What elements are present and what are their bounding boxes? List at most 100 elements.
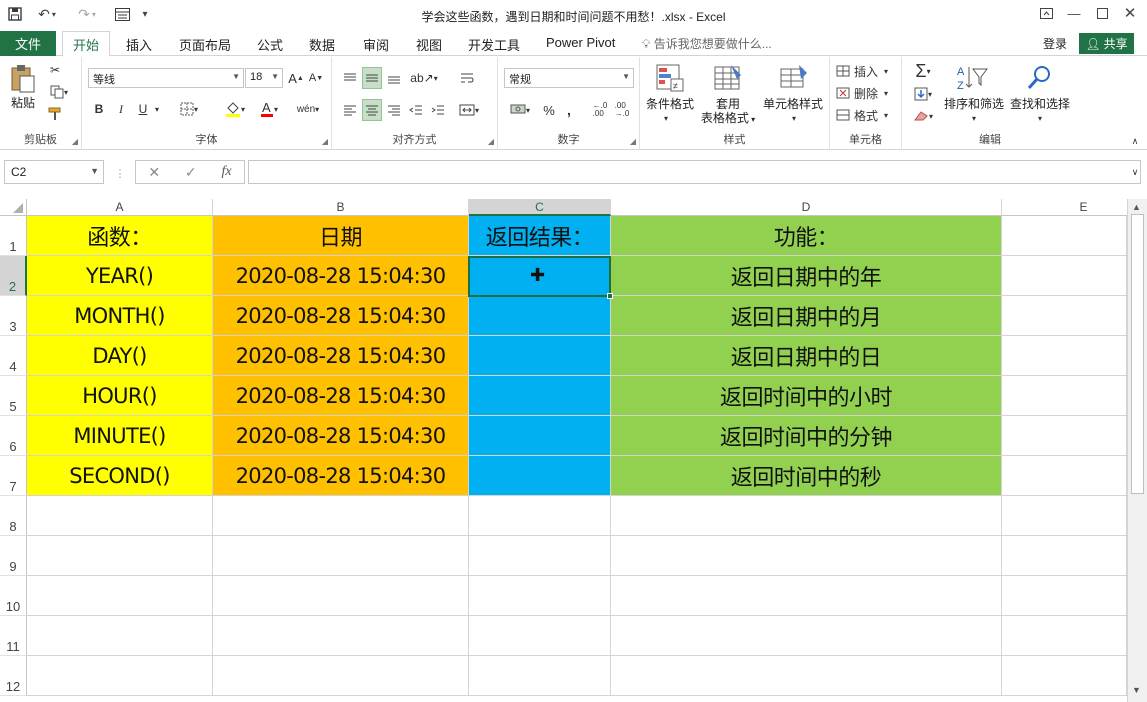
cell[interactable] <box>213 656 469 696</box>
row-header-4[interactable]: 4 <box>0 336 27 376</box>
alignment-launcher-icon[interactable]: ◢ <box>488 137 494 146</box>
tab-insert[interactable]: 插入 <box>126 35 152 54</box>
format-cells-button[interactable]: 格式 ▾ <box>836 106 898 124</box>
function-cell[interactable]: MONTH() <box>27 296 213 336</box>
align-center-icon[interactable] <box>362 99 382 121</box>
percent-button[interactable]: % <box>540 99 558 121</box>
tab-home[interactable]: 开始 <box>62 31 110 57</box>
scroll-up-icon[interactable]: ▲ <box>1132 202 1141 212</box>
row-header-7[interactable]: 7 <box>0 456 27 496</box>
conditional-format-label[interactable]: 条件格式 <box>644 97 696 111</box>
cell[interactable] <box>1002 376 1127 416</box>
bold-button[interactable]: B <box>90 99 108 119</box>
date-cell[interactable]: 2020-08-28 15:04:30 <box>213 456 469 496</box>
row-header-8[interactable]: 8 <box>0 496 27 536</box>
result-cell[interactable] <box>469 416 611 456</box>
header-cell-function[interactable]: 函数： <box>27 216 213 256</box>
cell[interactable] <box>611 656 1002 696</box>
date-cell[interactable]: 2020-08-28 15:04:30 <box>213 296 469 336</box>
cell[interactable] <box>27 656 213 696</box>
sort-filter-icon[interactable]: AZ <box>954 62 990 94</box>
number-format-dropdown[interactable]: 常规 ▼ <box>504 68 634 88</box>
row-header-5[interactable]: 5 <box>0 376 27 416</box>
align-right-icon[interactable] <box>384 99 404 121</box>
vertical-scrollbar[interactable]: ▲ ▼ <box>1127 199 1147 702</box>
chevron-down-icon[interactable]: ▾ <box>1034 113 1046 123</box>
date-cell[interactable]: 2020-08-28 15:04:30 <box>213 376 469 416</box>
cell[interactable] <box>27 496 213 536</box>
row-header-10[interactable]: 10 <box>0 576 27 616</box>
function-cell[interactable]: HOUR() <box>27 376 213 416</box>
wrap-text-icon[interactable] <box>456 67 478 89</box>
find-select-icon[interactable] <box>1024 62 1056 94</box>
cell[interactable] <box>1002 456 1127 496</box>
align-top-icon[interactable] <box>340 67 360 89</box>
italic-button[interactable]: I <box>112 99 130 119</box>
find-select-label[interactable]: 查找和选择 <box>1008 97 1072 111</box>
cell[interactable] <box>469 616 611 656</box>
phonetic-icon[interactable]: wén ▾ <box>294 99 322 119</box>
tab-data[interactable]: 数据 <box>309 35 335 54</box>
fill-icon[interactable]: ▾ <box>908 84 938 104</box>
login-link[interactable]: 登录 <box>1043 35 1067 52</box>
row-header-6[interactable]: 6 <box>0 416 27 456</box>
number-launcher-icon[interactable]: ◢ <box>630 137 636 146</box>
function-cell[interactable]: YEAR() <box>27 256 213 296</box>
cell[interactable] <box>469 656 611 696</box>
row-header-3[interactable]: 3 <box>0 296 27 336</box>
result-cell[interactable] <box>469 456 611 496</box>
row-header-12[interactable]: 12 <box>0 656 27 696</box>
tab-view[interactable]: 视图 <box>416 35 442 54</box>
cell[interactable] <box>1002 496 1127 536</box>
cell[interactable] <box>1002 216 1127 256</box>
cell[interactable] <box>1002 336 1127 376</box>
cell[interactable] <box>611 536 1002 576</box>
scrollbar-thumb[interactable] <box>1131 214 1144 494</box>
share-button[interactable]: 👤︎ 共享 <box>1079 33 1134 54</box>
insert-cells-button[interactable]: 插入 ▾ <box>836 62 898 80</box>
maximize-icon[interactable] <box>1090 4 1114 22</box>
tell-me-search[interactable]: 💡︎ 告诉我您想要做什么... <box>642 35 772 52</box>
scroll-down-icon[interactable]: ▼ <box>1132 685 1141 695</box>
delete-cells-button[interactable]: 删除 ▾ <box>836 84 898 102</box>
align-middle-icon[interactable] <box>362 67 382 89</box>
font-name-dropdown[interactable]: 等线 ▼ <box>88 68 244 88</box>
cell[interactable] <box>27 536 213 576</box>
confirm-icon[interactable]: ✓ <box>185 164 197 181</box>
align-bottom-icon[interactable] <box>384 67 404 89</box>
function-cell[interactable]: SECOND() <box>27 456 213 496</box>
chevron-down-icon[interactable]: ▾ <box>968 113 980 123</box>
cell[interactable] <box>611 616 1002 656</box>
column-header-a[interactable]: A <box>27 199 213 216</box>
clipboard-launcher-icon[interactable]: ◢ <box>72 137 78 146</box>
orientation-icon[interactable]: ab↗ ▾ <box>410 67 438 89</box>
cell[interactable] <box>611 576 1002 616</box>
cell[interactable] <box>1002 296 1127 336</box>
grow-font-icon[interactable]: A ▲ <box>288 69 304 87</box>
format-as-table-icon[interactable] <box>712 62 744 94</box>
cell[interactable] <box>1002 576 1127 616</box>
cell-styles-icon[interactable] <box>778 62 810 94</box>
header-cell-result[interactable]: 返回结果： <box>469 216 611 256</box>
collapse-ribbon-icon[interactable]: ∧ <box>1128 135 1142 147</box>
paste-icon[interactable] <box>8 63 38 95</box>
cell[interactable] <box>213 496 469 536</box>
cell[interactable] <box>611 496 1002 536</box>
font-color-icon[interactable]: A ▾ <box>254 99 284 119</box>
copy-icon[interactable]: ▾ <box>46 83 72 101</box>
decrease-decimal-icon[interactable]: .00 →.0 <box>612 99 632 121</box>
name-box[interactable]: C2 ▼ <box>4 160 104 184</box>
cell[interactable] <box>213 616 469 656</box>
result-cell[interactable] <box>469 336 611 376</box>
cell[interactable] <box>213 536 469 576</box>
purpose-cell[interactable]: 返回日期中的月 <box>611 296 1002 336</box>
formula-input[interactable] <box>248 160 1141 184</box>
tab-page-layout[interactable]: 页面布局 <box>179 35 231 54</box>
increase-indent-icon[interactable] <box>428 99 448 121</box>
minimize-icon[interactable]: — <box>1062 4 1086 22</box>
cell[interactable] <box>213 576 469 616</box>
paste-label[interactable]: 粘贴 <box>6 96 40 110</box>
header-cell-purpose[interactable]: 功能： <box>611 216 1002 256</box>
tab-developer[interactable]: 开发工具 <box>468 35 520 54</box>
align-left-icon[interactable] <box>340 99 360 121</box>
